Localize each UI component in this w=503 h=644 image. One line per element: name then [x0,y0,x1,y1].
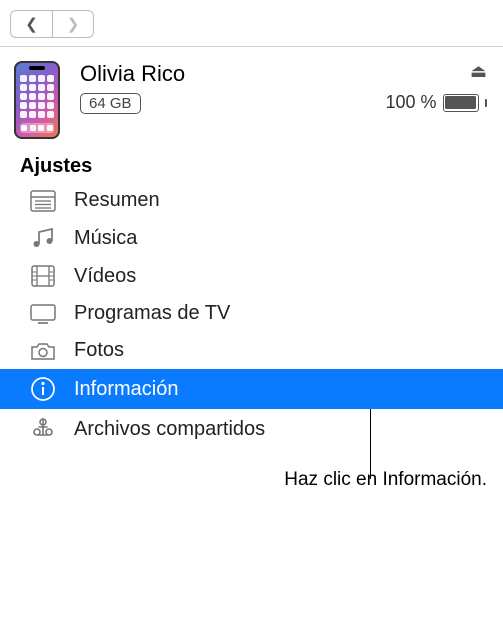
sidebar-item-label: Fotos [74,339,124,362]
nav-forward-button[interactable]: ❯ [52,10,94,38]
device-name: Olivia Rico [80,61,385,87]
battery-status: 100 % [385,92,487,113]
toolbar: ❮ ❯ [0,0,503,47]
summary-icon [28,190,58,212]
settings-sidebar: Resumen Música Vídeos Programas de TV Fo… [0,182,503,449]
sidebar-item-info[interactable]: Información [0,369,503,409]
sidebar-item-tv[interactable]: Programas de TV [0,295,503,332]
music-icon [28,226,58,250]
sidebar-item-photos[interactable]: Fotos [0,332,503,369]
sidebar-item-label: Vídeos [74,265,136,288]
info-icon [28,376,58,402]
settings-heading: Ajustes [0,145,503,182]
battery-icon [443,94,479,112]
battery-percent: 100 % [385,92,436,113]
device-header: Olivia Rico 64 GB ⏏ 100 % [0,47,503,145]
sidebar-item-videos[interactable]: Vídeos [0,257,503,295]
camera-icon [28,341,58,361]
film-icon [28,264,58,288]
sidebar-item-label: Música [74,227,137,250]
apps-icon [28,416,58,442]
sidebar-item-shared-files[interactable]: Archivos compartidos [0,409,503,449]
tv-icon [28,303,58,325]
sidebar-item-label: Resumen [74,189,160,212]
device-thumbnail [14,61,60,139]
sidebar-item-label: Archivos compartidos [74,418,265,441]
sidebar-item-label: Información [74,378,179,401]
sidebar-item-label: Programas de TV [74,302,230,325]
callout-text: Haz clic en Información. [284,469,487,491]
storage-badge: 64 GB [80,93,141,114]
nav-back-button[interactable]: ❮ [10,10,52,38]
sidebar-item-summary[interactable]: Resumen [0,182,503,219]
sidebar-item-music[interactable]: Música [0,219,503,257]
callout: Archivos compartidos Haz clic en Informa… [0,409,503,449]
eject-icon[interactable]: ⏏ [385,61,487,82]
